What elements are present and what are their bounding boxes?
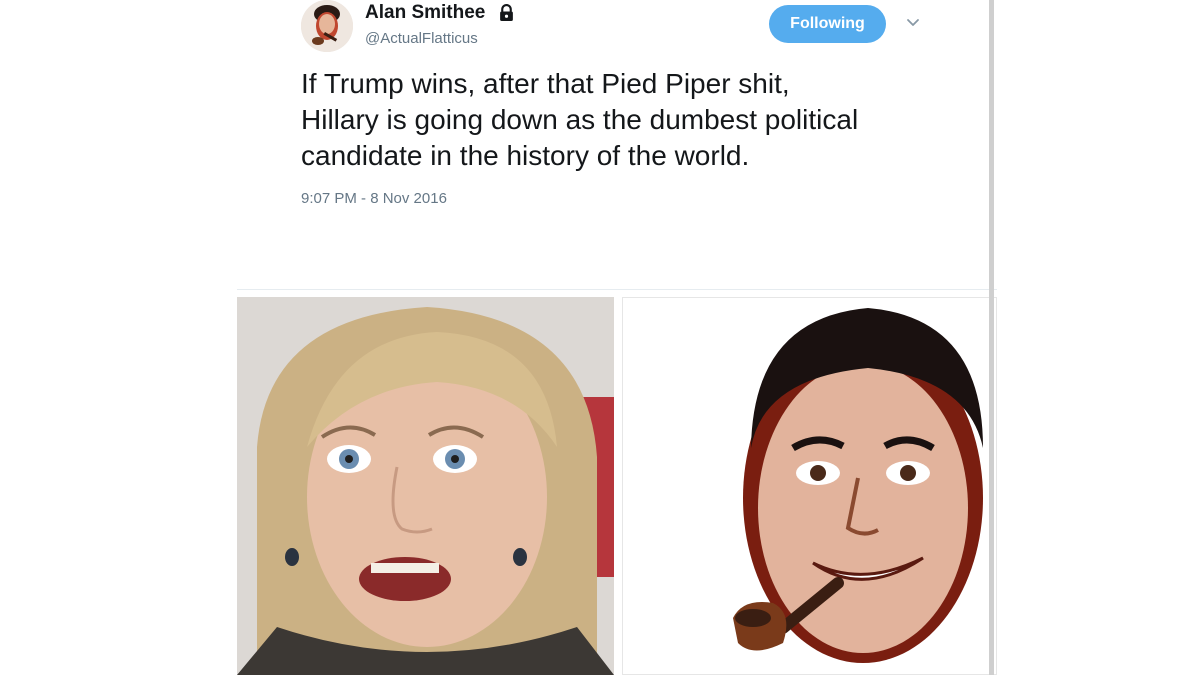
avatar[interactable] xyxy=(301,0,353,52)
following-button[interactable]: Following xyxy=(769,5,886,43)
media-photo-left[interactable] xyxy=(237,297,614,675)
tweet-text-line: candidate in the history of the world. xyxy=(301,140,750,171)
divider xyxy=(237,289,997,290)
tweet-timestamp[interactable]: 9:07 PM - 8 Nov 2016 xyxy=(301,190,447,207)
tweet-text-line: If Trump wins, after that Pied Piper shi… xyxy=(301,68,790,99)
chevron-down-icon[interactable] xyxy=(905,14,921,30)
lock-icon xyxy=(500,4,513,21)
tweet-text-line: Hillary is going down as the dumbest pol… xyxy=(301,104,859,135)
user-handle[interactable]: @ActualFlatticus xyxy=(365,30,478,47)
scrollbar[interactable] xyxy=(989,0,994,675)
media-illustration-right[interactable] xyxy=(622,297,997,675)
display-name[interactable]: Alan Smithee xyxy=(365,2,485,24)
tweet-text: If Trump wins, after that Pied Piper shi… xyxy=(301,66,951,174)
tweet-card: Alan Smithee @ActualFlatticus Following … xyxy=(237,0,1000,675)
